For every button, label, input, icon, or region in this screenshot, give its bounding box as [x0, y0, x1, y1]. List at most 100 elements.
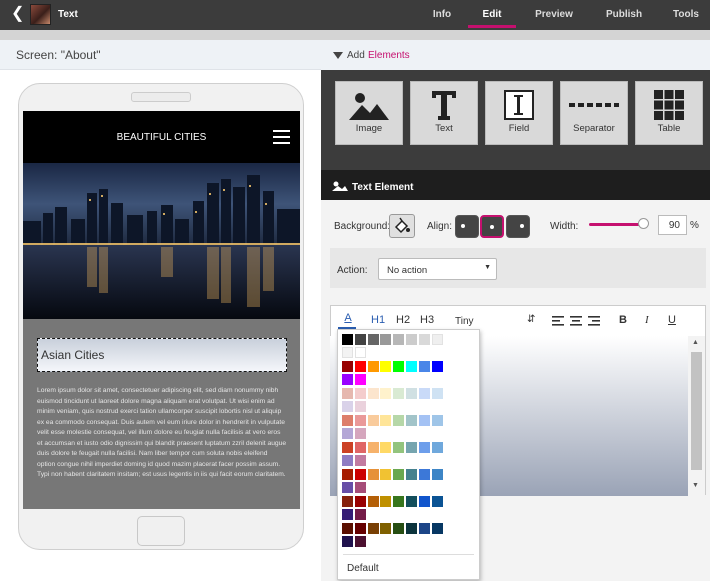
- color-swatch[interactable]: [380, 496, 392, 507]
- align-right-button[interactable]: [506, 215, 530, 238]
- color-swatch[interactable]: [418, 334, 430, 345]
- color-swatch[interactable]: [431, 388, 443, 399]
- color-swatch[interactable]: [354, 536, 366, 547]
- color-swatch[interactable]: [367, 388, 379, 399]
- action-select[interactable]: No action ▼: [378, 258, 497, 280]
- align-left-text-icon[interactable]: [552, 316, 564, 326]
- width-slider-handle[interactable]: [638, 218, 649, 229]
- color-swatch[interactable]: [431, 334, 443, 345]
- color-swatch[interactable]: [418, 388, 430, 399]
- color-swatch[interactable]: [342, 469, 353, 480]
- color-swatch[interactable]: [406, 496, 417, 507]
- color-swatch[interactable]: [367, 334, 379, 345]
- h3-button[interactable]: H3: [420, 314, 434, 326]
- color-swatch[interactable]: [406, 523, 417, 534]
- color-swatch[interactable]: [431, 496, 443, 507]
- color-swatch[interactable]: [406, 334, 417, 345]
- color-swatch[interactable]: [342, 415, 353, 426]
- color-swatch[interactable]: [354, 455, 366, 466]
- color-swatch[interactable]: [380, 523, 392, 534]
- color-swatch[interactable]: [354, 334, 366, 345]
- color-swatch[interactable]: [342, 428, 353, 439]
- tab-edit[interactable]: Edit: [468, 9, 516, 29]
- color-swatch[interactable]: [393, 334, 405, 345]
- tab-tools[interactable]: Tools: [668, 9, 704, 29]
- color-swatch[interactable]: [431, 361, 443, 372]
- color-swatch[interactable]: [431, 415, 443, 426]
- heading-text[interactable]: Asian Cities: [41, 348, 104, 362]
- color-swatch[interactable]: [354, 482, 366, 493]
- color-swatch[interactable]: [367, 361, 379, 372]
- color-swatch[interactable]: [354, 442, 366, 453]
- color-swatch[interactable]: [354, 361, 366, 372]
- color-swatch[interactable]: [406, 415, 417, 426]
- color-swatch[interactable]: [418, 442, 430, 453]
- color-swatch[interactable]: [380, 388, 392, 399]
- color-swatch[interactable]: [431, 523, 443, 534]
- h1-button[interactable]: H1: [371, 314, 385, 326]
- add-table-button[interactable]: Table: [635, 81, 703, 145]
- color-swatch[interactable]: [354, 509, 366, 520]
- color-swatch[interactable]: [380, 415, 392, 426]
- color-swatch[interactable]: [393, 415, 405, 426]
- chevron-left-icon[interactable]: ❮: [11, 4, 24, 24]
- color-swatch[interactable]: [342, 523, 353, 534]
- add-text-button[interactable]: Text: [410, 81, 478, 145]
- editor-scrollbar-thumb[interactable]: [691, 352, 702, 470]
- color-swatch[interactable]: [418, 496, 430, 507]
- default-color-option[interactable]: Default: [347, 563, 379, 574]
- color-swatch[interactable]: [367, 469, 379, 480]
- color-swatch[interactable]: [342, 482, 353, 493]
- color-swatch[interactable]: [367, 415, 379, 426]
- color-swatch[interactable]: [354, 469, 366, 480]
- color-swatch[interactable]: [380, 334, 392, 345]
- add-image-button[interactable]: Image: [335, 81, 403, 145]
- color-swatch[interactable]: [354, 388, 366, 399]
- bold-button[interactable]: B: [619, 314, 627, 326]
- color-swatch[interactable]: [342, 496, 353, 507]
- align-center-button[interactable]: [480, 215, 504, 238]
- h2-button[interactable]: H2: [396, 314, 410, 326]
- scroll-down-icon[interactable]: ▼: [692, 482, 699, 489]
- scroll-up-icon[interactable]: ▲: [692, 339, 699, 346]
- color-swatch[interactable]: [418, 415, 430, 426]
- color-swatch[interactable]: [393, 496, 405, 507]
- color-swatch[interactable]: [406, 469, 417, 480]
- color-swatch[interactable]: [354, 374, 366, 385]
- color-swatch[interactable]: [431, 442, 443, 453]
- color-swatch[interactable]: [380, 469, 392, 480]
- color-swatch[interactable]: [342, 361, 353, 372]
- font-color-button[interactable]: A: [341, 312, 355, 324]
- color-swatch[interactable]: [393, 361, 405, 372]
- font-size-select[interactable]: Tiny: [455, 316, 474, 327]
- select-updown-icon[interactable]: ⇵: [527, 314, 535, 325]
- add-elements-bar[interactable]: Add Elements: [321, 40, 710, 70]
- color-swatch[interactable]: [342, 388, 353, 399]
- tab-preview[interactable]: Preview: [530, 9, 578, 29]
- align-right-text-icon[interactable]: [588, 316, 600, 326]
- color-swatch[interactable]: [393, 523, 405, 534]
- tab-publish[interactable]: Publish: [602, 9, 646, 29]
- align-center-text-icon[interactable]: [570, 316, 582, 326]
- color-swatch[interactable]: [406, 442, 417, 453]
- width-slider[interactable]: [589, 223, 645, 226]
- color-swatch[interactable]: [342, 442, 353, 453]
- color-swatch[interactable]: [354, 523, 366, 534]
- underline-button[interactable]: U: [668, 314, 676, 326]
- color-swatch[interactable]: [393, 469, 405, 480]
- color-swatch[interactable]: [418, 361, 430, 372]
- color-swatch[interactable]: [354, 496, 366, 507]
- color-swatch[interactable]: [418, 523, 430, 534]
- color-swatch[interactable]: [354, 415, 366, 426]
- color-swatch[interactable]: [354, 401, 366, 412]
- tab-info[interactable]: Info: [424, 9, 460, 29]
- add-separator-button[interactable]: Separator: [560, 81, 628, 145]
- color-swatch[interactable]: [393, 442, 405, 453]
- color-swatch[interactable]: [342, 374, 353, 385]
- color-swatch[interactable]: [367, 523, 379, 534]
- color-swatch[interactable]: [342, 455, 353, 466]
- italic-button[interactable]: I: [645, 314, 649, 326]
- color-swatch[interactable]: [393, 388, 405, 399]
- color-swatch[interactable]: [406, 388, 417, 399]
- width-input[interactable]: 90: [658, 215, 687, 235]
